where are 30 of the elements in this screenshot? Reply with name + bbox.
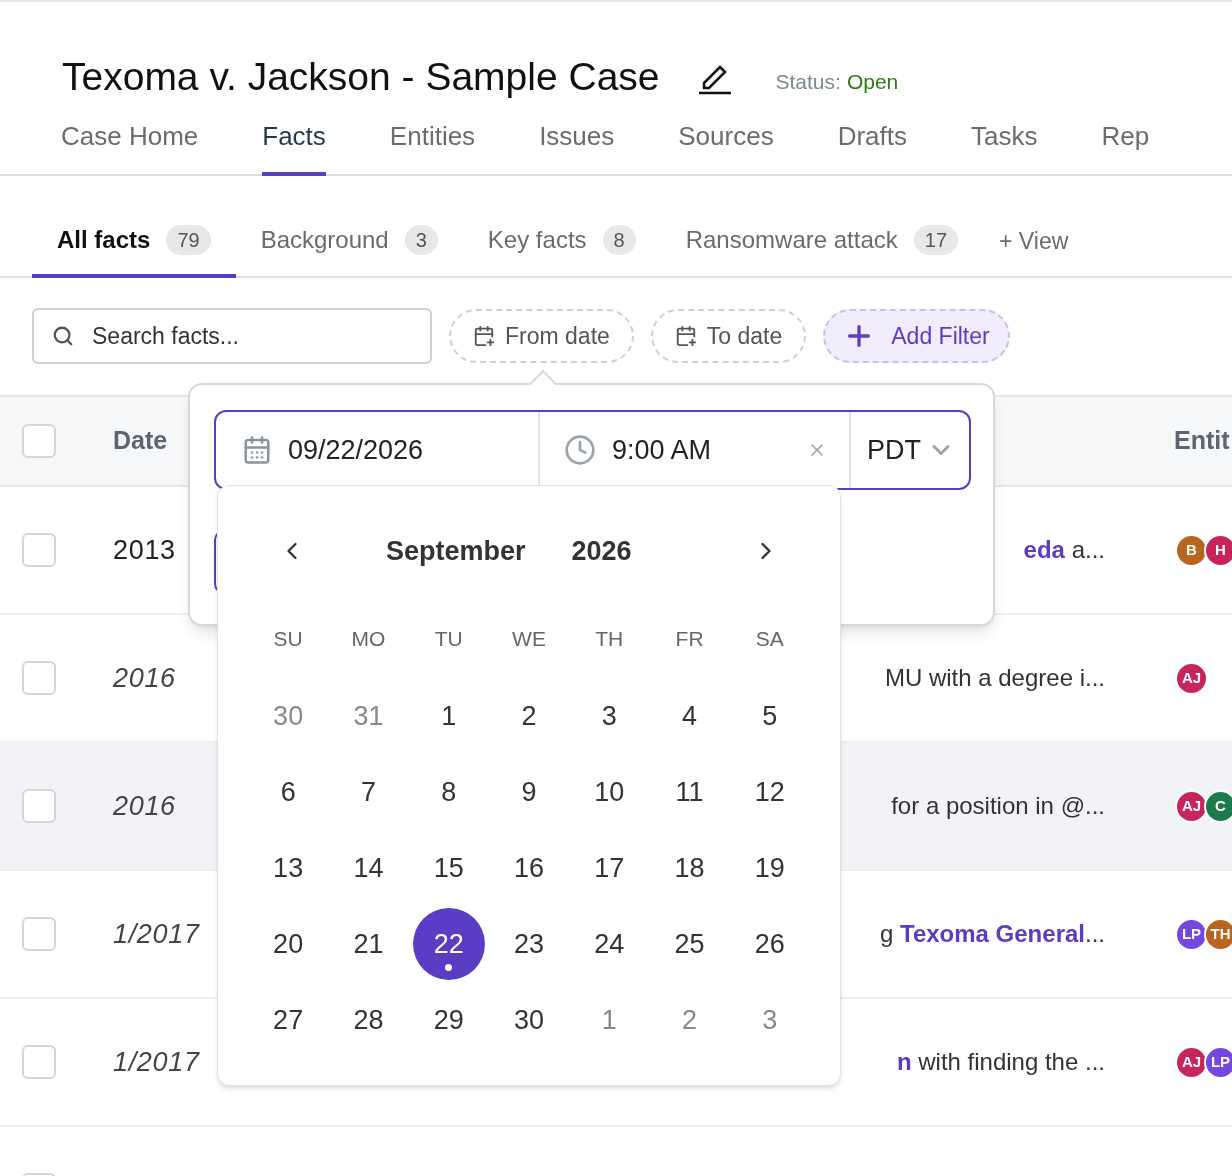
view-tab-label: Key facts <box>487 225 587 255</box>
weekday-label: WE <box>511 626 547 653</box>
weekday-label: SA <box>754 626 785 653</box>
weekday-label: TH <box>594 626 625 653</box>
count-badge: 79 <box>166 225 211 255</box>
fact-description: for a position in @... <box>891 791 1105 821</box>
count-badge: 8 <box>602 225 636 255</box>
view-tab-label: Ransomware attack <box>685 225 898 255</box>
weekday-label: MO <box>350 626 387 653</box>
view-tab-label: Background <box>260 225 389 255</box>
fact-description: MU with a degree i... <box>884 663 1105 693</box>
date-cell-text: 1/2017 <box>113 917 200 951</box>
date-cell-text: 2013 <box>113 533 176 567</box>
status-value: Open <box>846 69 899 96</box>
date-cell-text: 1/2017 <box>113 1045 200 1079</box>
view-tab-label: All facts <box>57 225 151 255</box>
status-label: Status: <box>775 69 841 96</box>
column-header: Entit <box>1174 425 1231 457</box>
weekday-label: TU <box>433 626 464 653</box>
weekday-label: FR <box>674 626 705 653</box>
case-title: Texoma v. Jackson - Sample Case <box>62 53 660 100</box>
column-header: Date <box>113 425 168 457</box>
fact-description: eda a... <box>1023 535 1105 565</box>
fact-description: g Texoma General... <box>880 919 1105 949</box>
count-badge: 3 <box>404 225 438 255</box>
weekday-label: SU <box>272 626 304 653</box>
fact-description: n with finding the ... <box>896 1047 1105 1077</box>
date-cell-text: 2016 <box>113 661 176 695</box>
date-cell-text: 2016 <box>113 789 176 823</box>
count-badge: 17 <box>913 225 959 255</box>
